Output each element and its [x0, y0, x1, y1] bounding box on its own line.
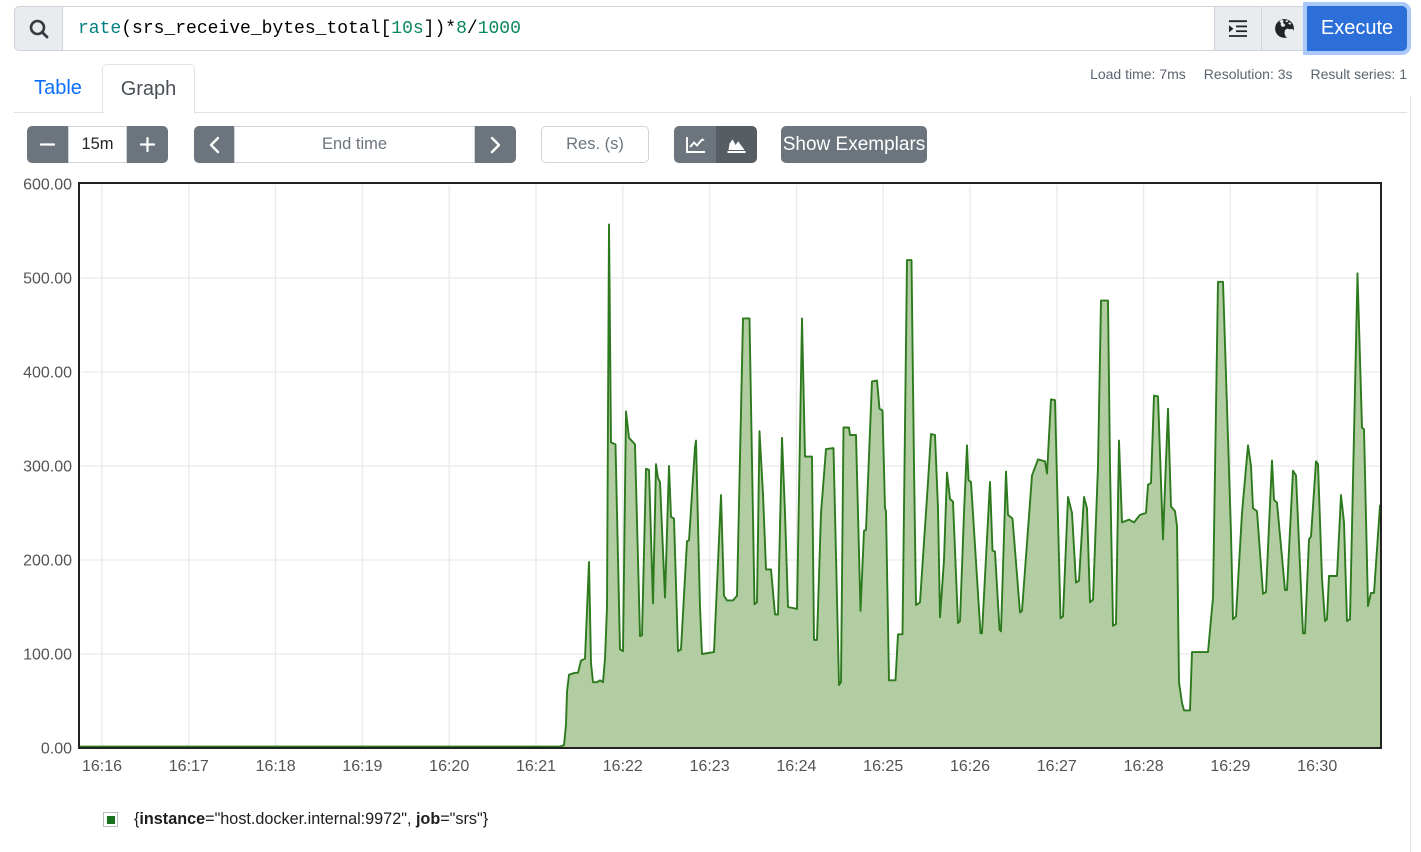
svg-text:16:28: 16:28 [1124, 758, 1164, 775]
svg-text:16:19: 16:19 [342, 758, 382, 775]
svg-text:16:16: 16:16 [82, 758, 122, 775]
svg-text:600.00: 600.00 [23, 177, 72, 194]
svg-text:300.00: 300.00 [23, 459, 72, 476]
svg-text:16:24: 16:24 [776, 758, 816, 775]
svg-text:400.00: 400.00 [23, 365, 72, 382]
svg-text:16:26: 16:26 [950, 758, 990, 775]
svg-text:16:25: 16:25 [863, 758, 903, 775]
svg-text:16:29: 16:29 [1210, 758, 1250, 775]
svg-text:16:17: 16:17 [169, 758, 209, 775]
svg-text:0.00: 0.00 [41, 741, 72, 758]
svg-text:16:23: 16:23 [690, 758, 730, 775]
svg-text:16:21: 16:21 [516, 758, 556, 775]
svg-text:16:18: 16:18 [256, 758, 296, 775]
svg-text:200.00: 200.00 [23, 553, 72, 570]
svg-text:16:30: 16:30 [1297, 758, 1337, 775]
svg-text:16:22: 16:22 [603, 758, 643, 775]
svg-text:16:20: 16:20 [429, 758, 469, 775]
svg-text:16:27: 16:27 [1037, 758, 1077, 775]
svg-text:100.00: 100.00 [23, 647, 72, 664]
svg-text:500.00: 500.00 [23, 271, 72, 288]
